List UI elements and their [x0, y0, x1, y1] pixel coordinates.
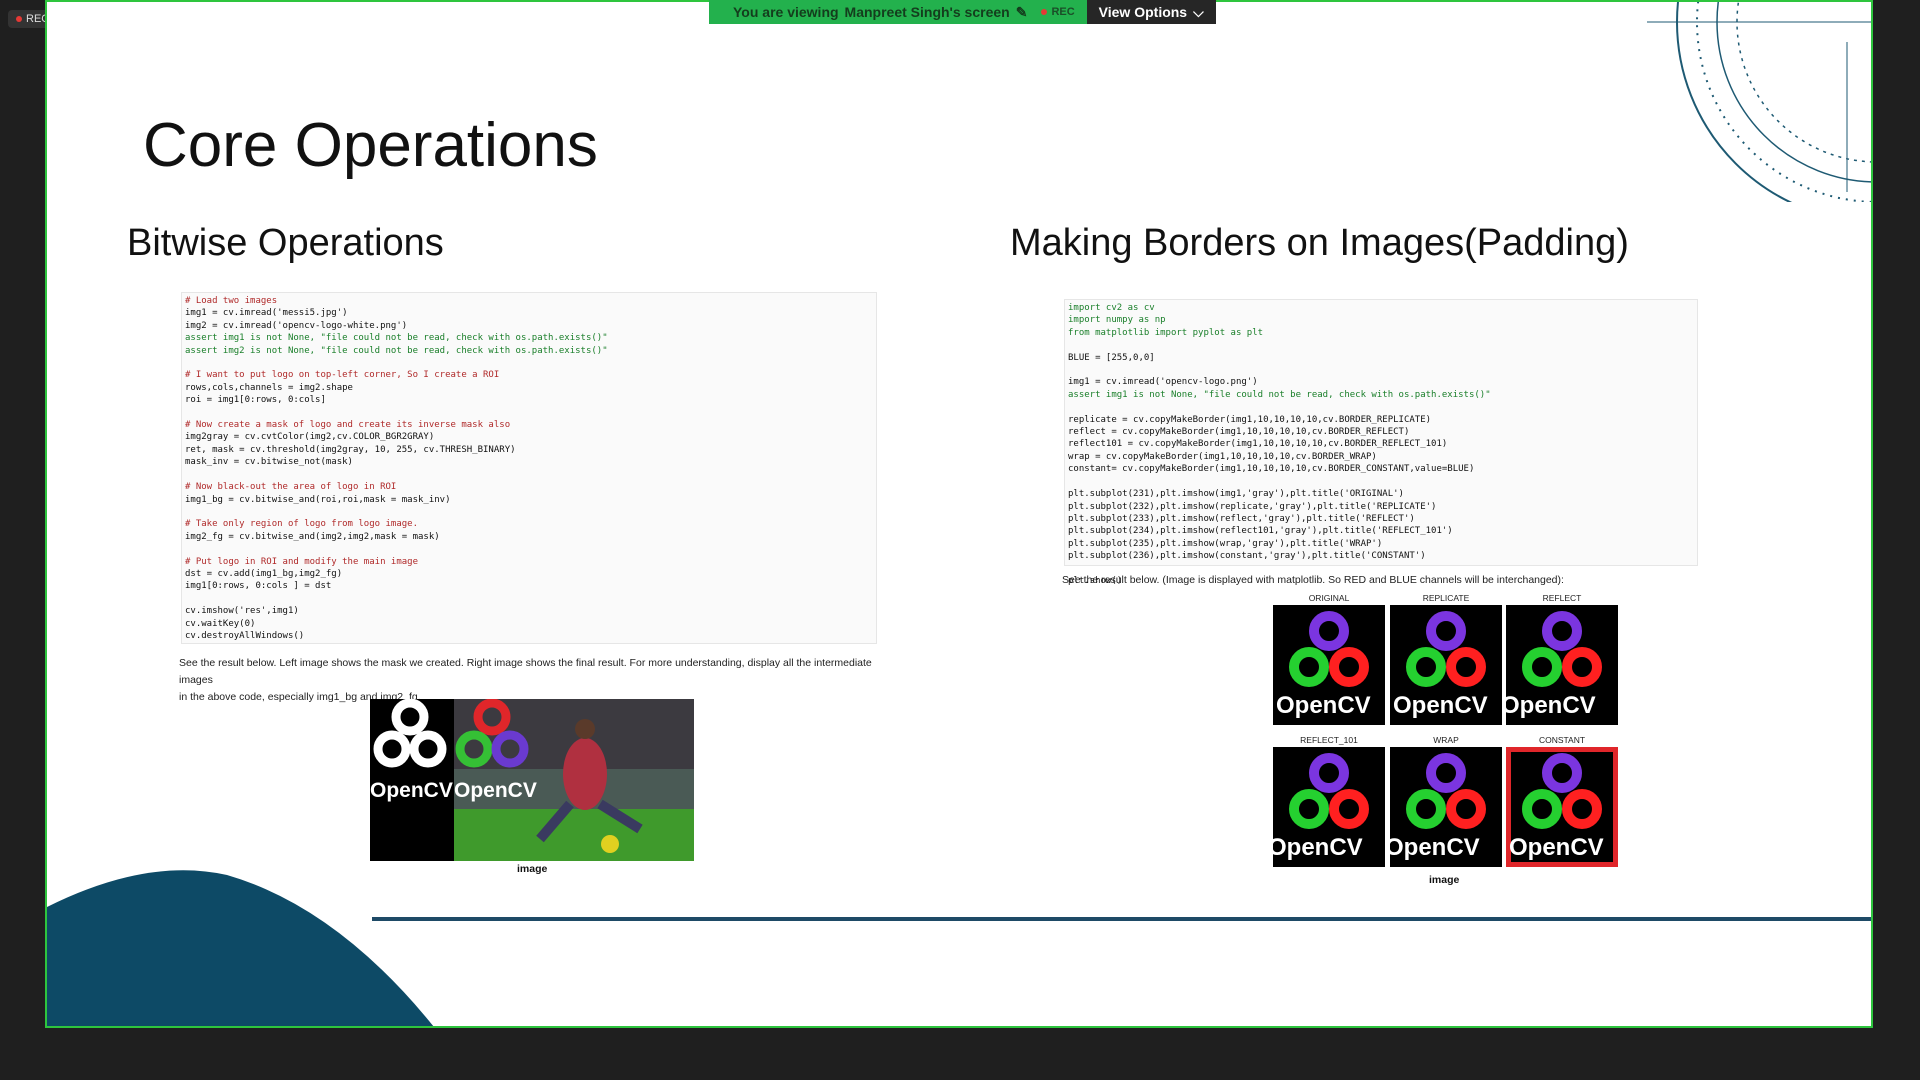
- decorative-arcs: [1647, 2, 1871, 202]
- code-line: roi = img1[0:rows, 0:cols]: [185, 395, 326, 406]
- code-line: BLUE = [255,0,0]: [1068, 352, 1155, 363]
- panel-title: REFLECT: [1542, 593, 1582, 603]
- code-line: dst = cv.add(img1_bg,img2_fg): [185, 568, 343, 579]
- pin-icon: ✎: [1015, 3, 1028, 20]
- border-result-panel: OpenCV: [1273, 605, 1385, 725]
- code-line: reflect101 = cv.copyMakeBorder(img1,10,1…: [1068, 439, 1448, 450]
- code-line: img1 = cv.imread('opencv-logo.png'): [1068, 377, 1258, 388]
- code-line: constant= cv.copyMakeBorder(img1,10,10,1…: [1068, 464, 1475, 475]
- code-line: cv.imshow('res',img1): [185, 606, 299, 617]
- code-line: img1 = cv.imread('messi5.jpg'): [185, 308, 348, 319]
- bitwise-image-caption: image: [517, 863, 548, 875]
- divider-line: [372, 917, 1871, 921]
- code-line: wrap = cv.copyMakeBorder(img1,10,10,10,1…: [1068, 451, 1377, 462]
- decorative-semicircle: [47, 870, 434, 1026]
- border-result-panel: OpenCV: [1273, 747, 1385, 867]
- bitwise-caption-line-1: See the result below. Left image shows t…: [179, 657, 872, 686]
- code-line: img2 = cv.imread('opencv-logo-white.png'…: [185, 320, 408, 331]
- code-line: import numpy as np: [1068, 315, 1166, 326]
- code-line: # Now black-out the area of logo in ROI: [185, 482, 397, 493]
- view-options-label: View Options: [1098, 4, 1188, 20]
- right-heading: Making Borders on Images(Padding): [1010, 222, 1629, 264]
- border-result-panel: OpenCV: [1506, 605, 1618, 725]
- border-result-panel: OpenCV: [1506, 747, 1618, 867]
- border-result-panel: OpenCV: [1390, 747, 1502, 867]
- borders-image-caption: image: [1429, 874, 1460, 886]
- code-line: mask_inv = cv.bitwise_not(mask): [185, 457, 353, 468]
- code-line: assert img1 is not None, "file could not…: [185, 333, 608, 344]
- bitwise-code-block: # Load two images img1 = cv.imread('messi…: [181, 292, 877, 644]
- code-line: import cv2 as cv: [1068, 303, 1155, 313]
- panel-title: ORIGINAL: [1308, 593, 1350, 603]
- chevron-down-icon: ⌵: [1193, 3, 1204, 20]
- code-line: ret, mask = cv.threshold(img2gray, 10, 2…: [185, 444, 516, 455]
- code-line: reflect = cv.copyMakeBorder(img1,10,10,1…: [1068, 427, 1410, 438]
- code-line: img2gray = cv.cvtColor(img2,cv.COLOR_BGR…: [185, 432, 435, 443]
- viewing-text: You are viewing: [733, 4, 839, 20]
- border-result-panel: OpenCV: [1390, 605, 1502, 725]
- svg-text:OpenCV: OpenCV: [1276, 692, 1371, 719]
- viewing-status: You are viewing Manpreet Singh's screen …: [709, 0, 1087, 24]
- code-line: cv.waitKey(0): [185, 618, 256, 629]
- banner-rec: REC: [1041, 6, 1075, 18]
- borders-code-block: import cv2 as cv import numpy as np from m…: [1064, 299, 1698, 586]
- left-heading: Bitwise Operations: [127, 222, 444, 264]
- panel-title: REPLICATE: [1422, 593, 1470, 603]
- panel-title: REFLECT_101: [1300, 735, 1358, 745]
- panel-title: WRAP: [1433, 735, 1459, 745]
- svg-text:OpenCV: OpenCV: [1390, 834, 1480, 861]
- code-line: plt.subplot(233),plt.imshow(reflect,'gra…: [1068, 513, 1415, 524]
- code-line: from matplotlib import pyplot as plt: [1068, 327, 1264, 338]
- code-line: # I want to put logo on top-left corner,…: [185, 370, 500, 381]
- svg-text:OpenCV: OpenCV: [1393, 692, 1488, 719]
- borders-caption: See the result below. (Image is displaye…: [1062, 574, 1564, 586]
- banner-rec-label: REC: [1051, 6, 1075, 18]
- logo-text-result: OpenCV: [454, 779, 537, 802]
- code-line: img1_bg = cv.bitwise_and(roi,roi,mask = …: [185, 494, 451, 505]
- presenter-name: Manpreet Singh's screen: [844, 4, 1010, 20]
- code-line: img1[0:rows, 0:cols ] = dst: [185, 581, 332, 592]
- view-options-button[interactable]: View Options ⌵: [1086, 0, 1216, 24]
- code-line: img2_fg = cv.bitwise_and(img2,img2,mask …: [185, 531, 440, 542]
- code-line: rows,cols,channels = img2.shape: [185, 382, 353, 393]
- shared-slide: Core Operations Bitwise Operations Makin…: [45, 0, 1873, 1028]
- rec-label: REC: [26, 13, 50, 25]
- svg-text:OpenCV: OpenCV: [1509, 834, 1604, 861]
- screen-share-banner: You are viewing Manpreet Singh's screen …: [709, 0, 1216, 24]
- code-line: plt.subplot(236),plt.imshow(constant,'gr…: [1068, 551, 1426, 562]
- code-line: assert img2 is not None, "file could not…: [185, 345, 608, 356]
- code-line: # Take only region of logo from logo ima…: [185, 519, 418, 530]
- code-line: replicate = cv.copyMakeBorder(img1,10,10…: [1068, 414, 1432, 425]
- code-line: cv.destroyAllWindows(): [185, 630, 305, 641]
- bitwise-result-image: OpenCV OpenCV: [370, 699, 694, 861]
- code-line: plt.subplot(231),plt.imshow(img1,'gray')…: [1068, 489, 1404, 500]
- code-line: plt.subplot(235),plt.imshow(wrap,'gray')…: [1068, 538, 1383, 549]
- code-line: plt.subplot(234),plt.imshow(reflect101,'…: [1068, 526, 1453, 537]
- svg-text:OpenCV: OpenCV: [1506, 692, 1596, 719]
- code-line: plt.subplot(232),plt.imshow(replicate,'g…: [1068, 501, 1437, 512]
- panel-title: CONSTANT: [1538, 735, 1586, 745]
- svg-text:OpenCV: OpenCV: [1273, 834, 1363, 861]
- code-line: # Now create a mask of logo and create i…: [185, 420, 511, 431]
- logo-text-mask: OpenCV: [370, 779, 453, 802]
- record-dot-icon: [1041, 9, 1048, 15]
- code-line: # Put logo in ROI and modify the main im…: [185, 556, 418, 567]
- slide-title: Core Operations: [143, 111, 598, 180]
- code-line: # Load two images: [185, 296, 278, 306]
- record-dot-icon: [16, 16, 22, 22]
- code-line: assert img1 is not None, "file could not…: [1068, 389, 1491, 400]
